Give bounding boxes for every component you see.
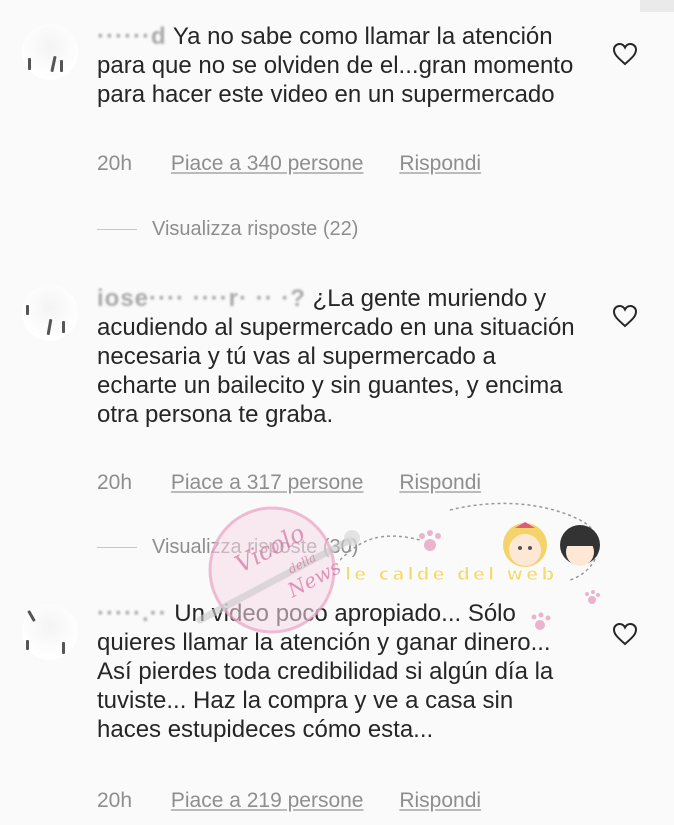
avatar-mark — [62, 321, 65, 333]
comment-text: ······d Ya no sabe como llamar la atenci… — [97, 22, 577, 109]
comment-text: ·····.·· Un video poco apropiado... Sólo… — [97, 599, 577, 744]
view-replies-label: Visualizza risposte (22) — [152, 218, 359, 240]
view-replies-label: Visualizza risposte (30) — [152, 536, 359, 558]
view-replies-button[interactable]: Visualizza risposte (30) — [97, 536, 358, 559]
comment-meta: 20h Piace a 317 persone Rispondi — [97, 471, 481, 495]
avatar-mark — [46, 318, 53, 336]
heart-outline-icon[interactable] — [612, 42, 638, 66]
replies-divider-line — [97, 229, 137, 231]
heart-outline-icon[interactable] — [612, 622, 638, 646]
comment-time: 20h — [97, 789, 133, 812]
comment-body: Ya no sabe como llamar la atención para … — [97, 23, 574, 108]
replies-divider-line — [97, 547, 137, 549]
comment-text: iose···· ····r· ·· ·? ¿La gente muriendo… — [97, 284, 577, 429]
avatar[interactable] — [22, 24, 78, 80]
comment-meta: 20h Piace a 219 persone Rispondi — [97, 789, 481, 813]
view-replies-button[interactable]: Visualizza risposte (22) — [97, 218, 358, 241]
reply-button[interactable]: Rispondi — [399, 152, 481, 176]
avatar-mark — [26, 640, 29, 650]
comment-meta: 20h Piace a 340 persone Rispondi — [97, 152, 481, 176]
comment-username[interactable]: ······d — [97, 23, 167, 50]
avatar-mark — [50, 55, 57, 73]
avatar-mark — [28, 58, 31, 70]
watermark-banner-text: le calde del web — [345, 564, 557, 585]
likes-link[interactable]: Piace a 219 persone — [171, 789, 364, 813]
reply-button[interactable]: Rispondi — [399, 789, 481, 813]
comment-username[interactable]: ·····.·· — [97, 600, 168, 627]
avatar[interactable] — [22, 604, 78, 660]
avatar-mark — [26, 305, 29, 315]
top-edge-bar — [640, 0, 674, 12]
comment-time: 20h — [97, 471, 133, 494]
likes-link[interactable]: Piace a 317 persone — [171, 471, 364, 495]
comment-time: 20h — [97, 152, 133, 175]
comment-username[interactable]: iose···· ····r· ·· ·? — [97, 285, 306, 312]
avatar[interactable] — [22, 285, 78, 341]
avatar-mark — [62, 642, 65, 654]
heart-outline-icon[interactable] — [612, 304, 638, 328]
avatar-mark — [27, 610, 36, 622]
watermark-stamp-text-3: News — [283, 555, 345, 603]
avatar-mark — [60, 60, 63, 72]
likes-link[interactable]: Piace a 340 persone — [171, 152, 364, 176]
reply-button[interactable]: Rispondi — [399, 471, 481, 495]
